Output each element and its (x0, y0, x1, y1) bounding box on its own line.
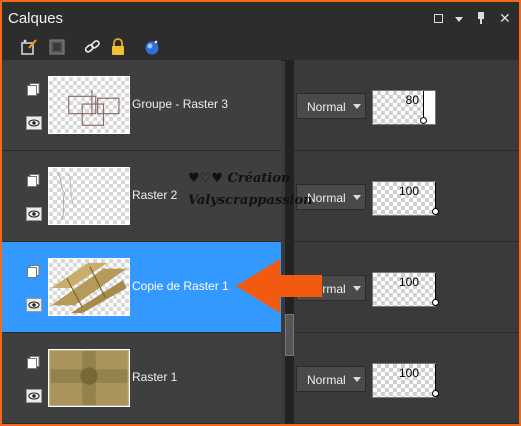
layer-properties-row: Normal 100 (294, 333, 519, 424)
layer-properties-row: Normal 100 (294, 242, 519, 333)
layer-name[interactable]: Raster 2 (132, 188, 177, 202)
opacity-value: 100 (398, 275, 419, 289)
link-icon[interactable] (83, 38, 101, 56)
blend-mode-value: Normal (307, 373, 346, 387)
opacity-slider[interactable]: 100 (372, 181, 439, 216)
visibility-eye-icon[interactable] (26, 298, 42, 312)
opacity-slider-handle[interactable] (432, 182, 439, 215)
opacity-slider[interactable]: 100 (372, 272, 439, 307)
pointer-arrow-icon (236, 259, 322, 313)
mask-icon[interactable] (48, 38, 66, 56)
layer-name[interactable]: Raster 1 (132, 370, 177, 384)
visibility-eye-icon[interactable] (26, 389, 42, 403)
blend-mode-select[interactable]: Normal (296, 93, 366, 119)
blend-mode-value: Normal (307, 100, 346, 114)
blend-mode-value: Normal (307, 191, 346, 205)
visibility-eye-icon[interactable] (26, 116, 42, 130)
chevron-down-icon (353, 377, 361, 382)
opacity-slider-handle[interactable] (432, 364, 439, 397)
layer-properties-row: Normal 100 (294, 151, 519, 242)
opacity-slider-handle[interactable] (432, 273, 439, 306)
layer-name[interactable]: Copie de Raster 1 (132, 279, 229, 293)
layers-panel: Calques ✕ Groupe - Raster 3 Normal 80 Ra… (0, 0, 521, 426)
layer-thumbnail-texture (48, 349, 130, 407)
opacity-value: 80 (405, 93, 419, 107)
scrollbar-thumb[interactable] (285, 314, 294, 356)
layer-thumbnail-sketch (56, 171, 75, 221)
watermark-text: ♥♡♥ Création Valyscrappassion (188, 168, 313, 212)
menu-dropdown-icon[interactable] (455, 17, 463, 22)
layer-thumbnail[interactable] (48, 76, 130, 134)
window-controls: ✕ (434, 11, 511, 25)
opacity-slider-handle[interactable] (420, 91, 427, 124)
sphere-icon[interactable] (143, 38, 161, 56)
layer-thumbnail[interactable] (48, 167, 130, 225)
layer-thumbnail[interactable] (48, 349, 130, 407)
opacity-slider[interactable]: 80 (372, 90, 436, 125)
layer-type-icon[interactable] (27, 356, 40, 369)
vertical-scrollbar[interactable] (285, 60, 294, 424)
layer-row[interactable]: Groupe - Raster 3 (2, 60, 281, 151)
chevron-down-icon (353, 104, 361, 109)
layer-thumbnail-stripes (51, 262, 127, 314)
new-layer-icon[interactable] (20, 38, 38, 56)
opacity-slider[interactable]: 100 (372, 363, 439, 398)
watermark-line-2: Valyscrappassion (188, 193, 313, 208)
visibility-eye-icon[interactable] (26, 207, 42, 221)
layer-type-icon[interactable] (27, 265, 40, 278)
chevron-down-icon (353, 195, 361, 200)
close-icon[interactable]: ✕ (499, 11, 511, 25)
layer-type-icon[interactable] (27, 174, 40, 187)
opacity-value: 100 (398, 184, 419, 198)
pin-icon[interactable] (475, 12, 487, 24)
opacity-value: 100 (398, 366, 419, 380)
layer-row[interactable]: Raster 1 (2, 333, 281, 424)
blend-mode-select[interactable]: Normal (296, 366, 366, 392)
lock-icon[interactable] (109, 38, 127, 56)
title-bar: Calques ✕ (2, 2, 519, 34)
panel-title: Calques (8, 10, 64, 27)
layer-thumbnail[interactable] (48, 258, 130, 316)
layer-type-icon[interactable] (27, 83, 40, 96)
layers-toolbar (2, 34, 519, 61)
layer-properties-row: Normal 80 (294, 60, 519, 151)
watermark-line-1: ♥♡♥ Création (188, 171, 291, 186)
layer-list: Groupe - Raster 3 Normal 80 Raster 2 Normal 1… (2, 60, 519, 424)
layer-name[interactable]: Groupe - Raster 3 (132, 97, 228, 111)
layer-thumbnail-frames (68, 90, 120, 126)
chevron-down-icon (353, 286, 361, 291)
maximize-icon[interactable] (434, 13, 443, 23)
